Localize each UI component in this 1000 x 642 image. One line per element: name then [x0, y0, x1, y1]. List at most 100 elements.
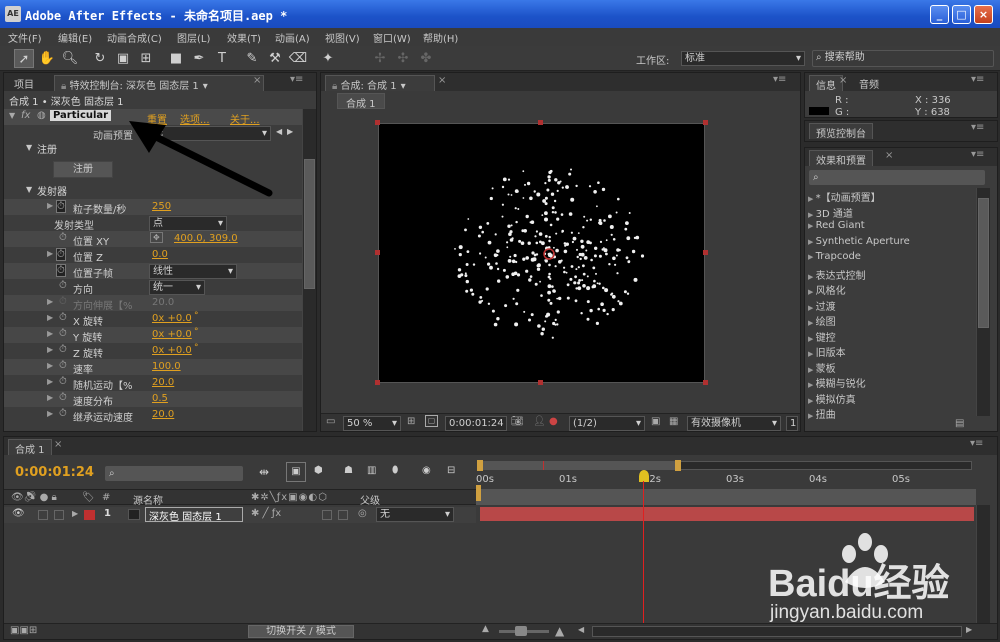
layer-handle[interactable]: [703, 120, 708, 125]
expand-triangle-icon[interactable]: ▶: [47, 201, 53, 210]
channel-icon[interactable]: ●: [549, 416, 558, 427]
brainstorm-icon[interactable]: ◉: [422, 465, 431, 476]
stopwatch-icon[interactable]: ⏱: [59, 328, 67, 339]
layer-handle[interactable]: [375, 380, 380, 385]
eraser-tool-icon[interactable]: ⌫: [288, 49, 308, 68]
expand-triangle-icon[interactable]: ▶: [808, 335, 816, 343]
expand-triangle-icon[interactable]: ▶: [47, 393, 53, 402]
stopwatch-icon[interactable]: ⏱: [59, 344, 67, 355]
label-color-swatch[interactable]: [84, 510, 95, 520]
timeline-zoom-slider[interactable]: [499, 626, 549, 636]
close-tab-icon[interactable]: ×: [54, 439, 62, 450]
layer-name[interactable]: 深灰色 固态层 1: [145, 507, 243, 522]
panel-menu-icon[interactable]: ▾≡: [773, 74, 786, 85]
velocity-from-motion-value[interactable]: 20.0: [152, 409, 174, 420]
brush-tool-icon[interactable]: ✎: [242, 49, 262, 68]
expand-triangle-icon[interactable]: ▶: [808, 288, 816, 296]
switch-toggle[interactable]: [322, 510, 332, 520]
stopwatch-icon[interactable]: ⏱: [59, 408, 67, 419]
composition-subtab[interactable]: 合成 1: [337, 93, 385, 110]
new-folder-icon[interactable]: ▤: [955, 418, 964, 429]
layer-handle[interactable]: [375, 120, 380, 125]
velocity-distribution-value[interactable]: 0.5: [152, 393, 168, 404]
layer-handle[interactable]: [538, 120, 543, 125]
effects-category-item[interactable]: ▶ 模糊与锐化: [808, 375, 866, 390]
clone-stamp-tool-icon[interactable]: ⚒: [265, 49, 285, 68]
toggle-switches-modes-button[interactable]: 切换开关 / 模式: [248, 625, 354, 638]
effects-category-item[interactable]: ▶ 模拟仿真: [808, 391, 856, 406]
camera-tool-icon[interactable]: ▣: [113, 49, 133, 68]
composition-viewer[interactable]: [378, 123, 705, 383]
tab-info[interactable]: 信息: [809, 75, 843, 92]
panel-menu-icon[interactable]: ▾≡: [290, 74, 303, 85]
effect-controls-scrollbar[interactable]: [302, 109, 316, 431]
stopwatch-icon[interactable]: ⏱: [56, 200, 66, 213]
zoom-in-icon[interactable]: ▲: [555, 624, 564, 638]
expand-triangle-icon[interactable]: ▶: [808, 211, 816, 219]
expand-triangle-icon[interactable]: ▶: [47, 361, 53, 370]
register-button[interactable]: 注册: [53, 161, 113, 178]
effects-category-item[interactable]: ▶ 表达式控制: [808, 267, 866, 282]
tab-timeline-comp[interactable]: 合成 1: [8, 439, 52, 456]
zoom-out-icon[interactable]: ▲: [482, 624, 489, 634]
menu-file[interactable]: 文件(F): [8, 30, 42, 45]
lock-toggle[interactable]: [54, 510, 64, 520]
motion-blur-icon[interactable]: ⬮: [392, 465, 398, 476]
scrollbar-thumb[interactable]: [304, 159, 315, 289]
stopwatch-icon[interactable]: ⏱: [59, 232, 67, 243]
parent-select[interactable]: 无 ▾: [376, 507, 454, 522]
effects-scrollbar[interactable]: [976, 188, 990, 416]
menu-composition[interactable]: 动画合成(C): [107, 30, 162, 45]
switch-toggle[interactable]: [338, 510, 348, 520]
stopwatch-icon[interactable]: ⏱: [59, 280, 67, 291]
expand-triangle-icon[interactable]: ▶: [808, 350, 816, 358]
effects-category-item[interactable]: ▶ 旧版本: [808, 344, 846, 359]
expand-triangle-icon[interactable]: ▶: [808, 319, 816, 327]
expand-triangle-icon[interactable]: ▶: [808, 381, 816, 389]
close-tab-icon[interactable]: ×: [438, 75, 446, 86]
layer-handle[interactable]: [375, 250, 380, 255]
position-xy-value[interactable]: 400.0, 309.0: [174, 233, 238, 244]
scroll-left-icon[interactable]: ◀: [578, 625, 584, 634]
effects-category-item[interactable]: ▶ 蒙板: [808, 360, 836, 375]
show-snapshot-icon[interactable]: 👤︎: [533, 416, 546, 427]
expand-triangle-icon[interactable]: ▶: [808, 222, 816, 230]
x-rotation-value[interactable]: 0x +0.0: [152, 313, 192, 324]
layer-handle[interactable]: [538, 380, 543, 385]
menu-layer[interactable]: 图层(L): [177, 30, 210, 45]
stopwatch-icon[interactable]: ⏱: [59, 360, 67, 371]
effects-category-item[interactable]: ▶ 风格化: [808, 282, 846, 297]
layer-duration-bar[interactable]: [480, 507, 974, 521]
work-area-bar[interactable]: [476, 489, 976, 505]
expand-triangle-icon[interactable]: ▶: [808, 253, 816, 261]
tab-effect-controls[interactable]: 🔒︎ 特效控制台: 深灰色 固态层 1 ▾: [54, 75, 264, 92]
effects-category-item[interactable]: ▶ 扭曲: [808, 406, 836, 421]
effects-category-item[interactable]: ▶ Trapcode: [808, 251, 861, 262]
time-ruler[interactable]: 00s 01s 02s 03s 04s 05s: [476, 473, 976, 489]
scrollbar-thumb[interactable]: [978, 198, 989, 328]
graph-editor-icon[interactable]: ⊟: [447, 465, 455, 476]
current-time-field[interactable]: 0:00:01:24: [445, 416, 507, 431]
effect-name[interactable]: Particular: [50, 110, 112, 121]
expand-triangle-icon[interactable]: ▶: [808, 397, 816, 405]
pen-tool-icon[interactable]: ✒: [189, 49, 209, 68]
solo-toggle[interactable]: [38, 510, 48, 520]
playhead-handle[interactable]: [639, 470, 649, 482]
layer-row[interactable]: 👁︎ ▶ 1 深灰色 固态层 1 ✱ ╱ ƒx ◎ 无 ▾: [4, 507, 476, 523]
layer-handle[interactable]: [703, 250, 708, 255]
expand-triangle-icon[interactable]: ▶: [47, 409, 53, 418]
next-preset-icon[interactable]: ▶: [287, 127, 293, 136]
close-tab-icon[interactable]: ×: [253, 75, 261, 86]
expand-triangle-icon[interactable]: ▶: [47, 313, 53, 322]
expand-triangle-icon[interactable]: ▶: [808, 366, 816, 374]
close-button[interactable]: ×: [974, 5, 993, 24]
text-tool-icon[interactable]: T: [212, 49, 232, 68]
pan-behind-tool-icon[interactable]: ⊞: [136, 49, 156, 68]
effects-category-item[interactable]: ▶ Red Giant: [808, 220, 865, 231]
close-tab-icon[interactable]: ×: [885, 150, 893, 161]
layer-switches-icon[interactable]: ✱ ╱ ƒx: [251, 508, 281, 519]
position-z-value[interactable]: 0.0: [152, 249, 168, 260]
minimize-button[interactable]: _: [930, 5, 949, 24]
menu-edit[interactable]: 编辑(E): [58, 30, 92, 45]
navigator-end-handle[interactable]: [675, 460, 681, 471]
